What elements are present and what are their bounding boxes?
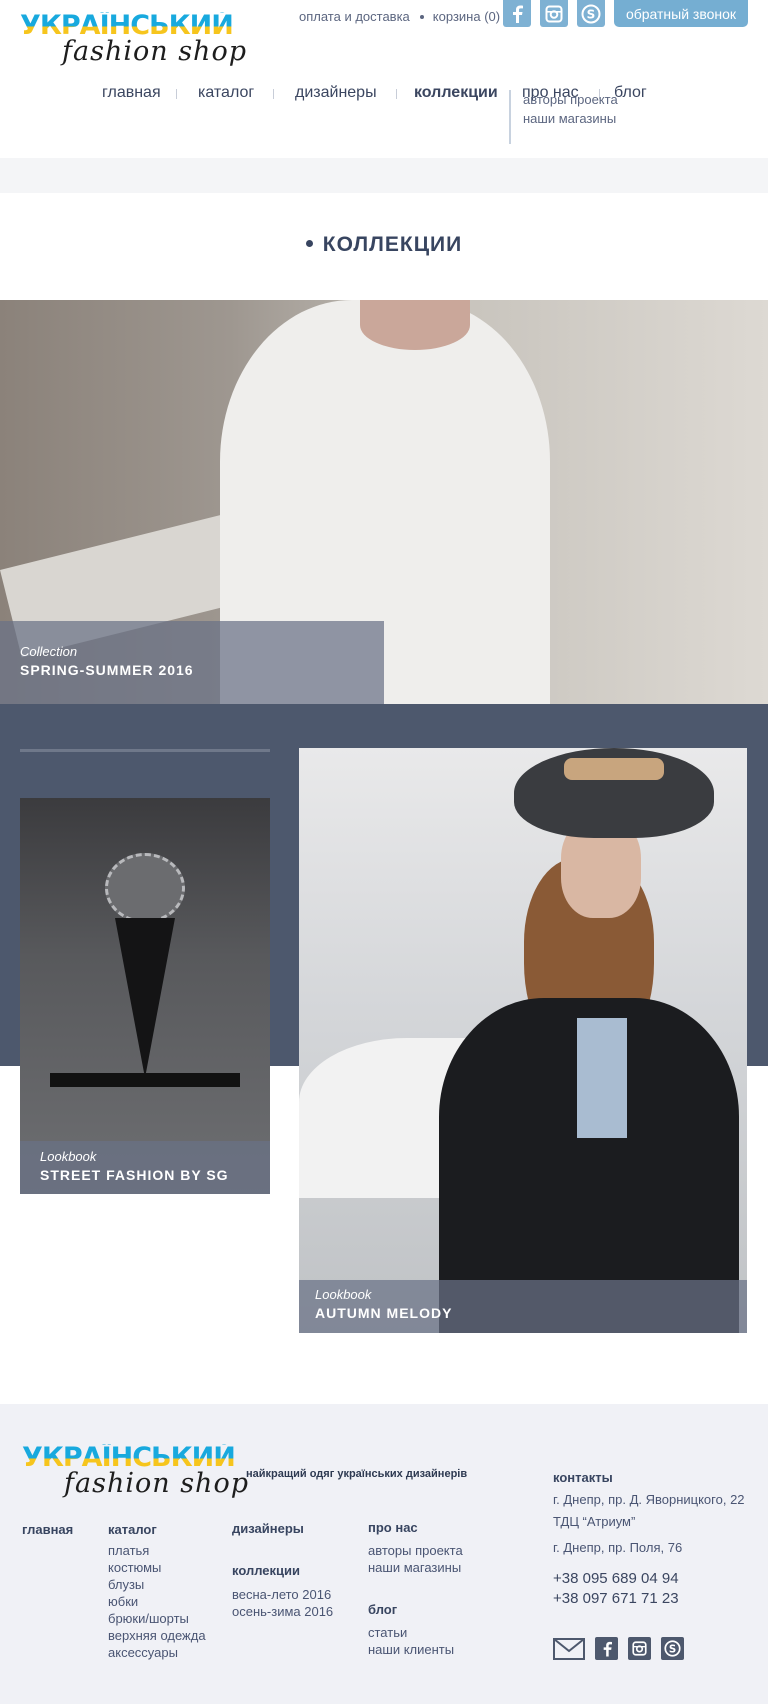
footer-tagline: найкращий одяг українських дизайнерів xyxy=(246,1468,468,1480)
instagram-icon[interactable] xyxy=(628,1637,651,1660)
nav-separator xyxy=(396,89,397,99)
footer-link[interactable]: аксессуары xyxy=(108,1644,206,1661)
collection-type: Collection xyxy=(20,644,78,659)
footer-link[interactable]: авторы проекта xyxy=(368,1542,463,1559)
footer-heading-designers[interactable]: дизайнеры xyxy=(232,1520,304,1537)
footer-logo[interactable]: УКРАЇНСЬКИЙ fashion shop xyxy=(22,1444,249,1499)
contacts-heading: контакты xyxy=(553,1470,613,1485)
footer-link[interactable]: блузы xyxy=(108,1576,206,1593)
submenu-item-shops[interactable]: наши магазины xyxy=(523,109,618,128)
callback-button[interactable]: обратный звонок xyxy=(614,0,748,27)
breadcrumb-band xyxy=(0,158,768,193)
nav-item-home[interactable]: главная xyxy=(102,84,161,102)
footer-link[interactable]: платья xyxy=(108,1542,206,1559)
address-1: г. Днепр, пр. Д. Яворницкого, 22 xyxy=(553,1492,745,1507)
footer-heading-catalog[interactable]: каталог xyxy=(108,1521,206,1538)
page-title-text: КОЛЛЕКЦИИ xyxy=(322,233,463,256)
footer-link[interactable]: брюки/шорты xyxy=(108,1610,206,1627)
lookbook-title: STREET FASHION BY SG xyxy=(40,1167,229,1183)
footer-contacts: контакты г. Днепр, пр. Д. Яворницкого, 2… xyxy=(553,1467,745,1609)
nav-item-collections[interactable]: коллекции xyxy=(414,84,498,102)
footer-link[interactable]: статьи xyxy=(368,1624,454,1641)
separator-dot xyxy=(419,14,424,19)
cart-link[interactable]: корзина (0) xyxy=(433,9,500,24)
footer-link[interactable]: наши клиенты xyxy=(368,1641,454,1658)
skype-icon[interactable]: S xyxy=(577,0,605,27)
hero-caption: Collection SPRING-SUMMER 2016 xyxy=(0,621,384,704)
phone-2[interactable]: +38 097 671 71 23 xyxy=(553,1589,745,1609)
title-bullet xyxy=(305,239,313,247)
nav-item-catalog[interactable]: каталог xyxy=(198,84,254,102)
footer-link[interactable]: костюмы xyxy=(108,1559,206,1576)
photo-shirt xyxy=(577,1018,627,1138)
lookbook-card-street-fashion[interactable]: Lookbook STREET FASHION BY SG xyxy=(20,798,270,1194)
logo-script: fashion shop xyxy=(62,36,247,67)
lookbook-type: Lookbook xyxy=(315,1287,372,1302)
lookbook-caption: Lookbook AUTUMN MELODY xyxy=(299,1280,747,1333)
page-title: КОЛЛЕКЦИИ xyxy=(0,233,768,257)
footer-link[interactable]: осень-зима 2016 xyxy=(232,1603,333,1620)
photo-necklace xyxy=(105,853,185,923)
nav-item-designers[interactable]: дизайнеры xyxy=(295,84,377,102)
collection-title: SPRING-SUMMER 2016 xyxy=(20,662,194,678)
address-1-mall: ТДЦ “Атриум” xyxy=(553,1514,636,1529)
footer-link[interactable]: весна-лето 2016 xyxy=(232,1586,333,1603)
collection-hero-card[interactable]: Collection SPRING-SUMMER 2016 xyxy=(0,300,768,704)
photo-neckline xyxy=(115,918,175,1078)
footer-col-collections: коллекции весна-лето 2016 осень-зима 201… xyxy=(232,1562,333,1620)
about-submenu: авторы проекта наши магазины xyxy=(509,90,618,144)
footer-link-home[interactable]: главная xyxy=(22,1521,73,1538)
footer-heading-about[interactable]: про нас xyxy=(368,1519,463,1536)
svg-text:S: S xyxy=(669,1644,676,1655)
footer-col-catalog: каталог платья костюмы блузы юбки брюки/… xyxy=(108,1521,206,1661)
site-logo[interactable]: УКРАЇНСЬКИЙ fashion shop xyxy=(20,12,247,67)
skype-icon[interactable]: S xyxy=(661,1637,684,1660)
lookbook-caption: Lookbook STREET FASHION BY SG xyxy=(20,1141,270,1194)
instagram-icon[interactable] xyxy=(540,0,568,27)
lookbook-card-autumn-melody[interactable]: Lookbook AUTUMN MELODY xyxy=(299,748,747,1333)
footer-social: S xyxy=(553,1637,684,1660)
photo-belt xyxy=(50,1073,240,1087)
footer-link[interactable]: наши магазины xyxy=(368,1559,463,1576)
footer-col-home: главная xyxy=(22,1521,73,1538)
phone-1[interactable]: +38 095 689 04 94 xyxy=(553,1569,745,1589)
submenu-item-authors[interactable]: авторы проекта xyxy=(523,90,618,109)
photo-hatband xyxy=(564,758,664,780)
footer-link[interactable]: верхняя одежда xyxy=(108,1627,206,1644)
address-2: г. Днепр, пр. Поля, 76 xyxy=(553,1540,683,1555)
footer-heading-collections[interactable]: коллекции xyxy=(232,1562,333,1579)
lookbook-title: AUTUMN MELODY xyxy=(315,1305,453,1321)
nav-item-blog[interactable]: блог xyxy=(614,84,647,102)
logo-script: fashion shop xyxy=(64,1468,249,1499)
nav-separator xyxy=(176,89,177,99)
social-links: S xyxy=(503,0,605,27)
mail-icon[interactable] xyxy=(553,1637,585,1660)
footer-col-about: про нас авторы проекта наши магазины xyxy=(368,1519,463,1576)
footer-col-blog: блог статьи наши клиенты xyxy=(368,1601,454,1658)
nav-separator xyxy=(273,89,274,99)
svg-text:S: S xyxy=(587,7,596,21)
lookbook-type: Lookbook xyxy=(40,1149,97,1164)
facebook-icon[interactable] xyxy=(595,1637,618,1660)
footer-heading-blog[interactable]: блог xyxy=(368,1601,454,1618)
footer-link[interactable]: юбки xyxy=(108,1593,206,1610)
top-links: оплата и доставка корзина (0) xyxy=(299,9,500,24)
footer-col-designers: дизайнеры xyxy=(232,1520,304,1537)
divider-line xyxy=(20,749,270,752)
hero-photo-neck xyxy=(360,300,470,350)
facebook-icon[interactable] xyxy=(503,0,531,27)
delivery-link[interactable]: оплата и доставка xyxy=(299,9,410,24)
